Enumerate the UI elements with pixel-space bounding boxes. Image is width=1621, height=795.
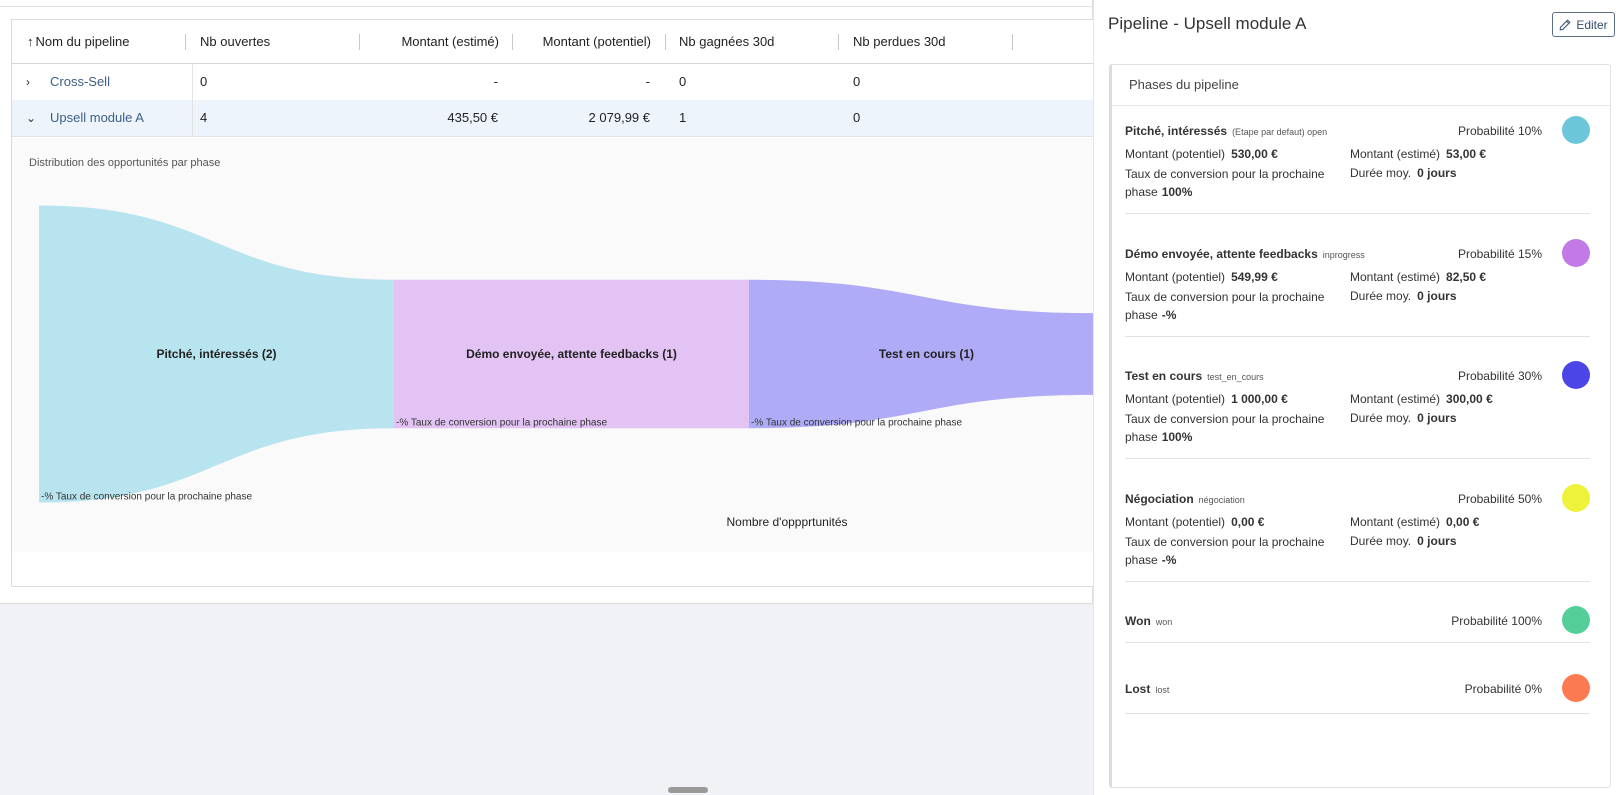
phase-estimated: Montant (estimé) 300,00 € bbox=[1350, 392, 1493, 406]
top-divider bbox=[0, 6, 1093, 7]
cell-won-30d: 0 bbox=[679, 74, 687, 89]
phase-name: Lost lost bbox=[1125, 682, 1170, 696]
phase-color-dot bbox=[1562, 361, 1590, 389]
chevron-right-icon[interactable]: › bbox=[26, 64, 30, 100]
phase-duration: Durée moy. 0 jours bbox=[1350, 534, 1457, 548]
phase-tag: test_en_cours bbox=[1207, 372, 1264, 382]
phase-probability: Probabilité 0% bbox=[1464, 682, 1542, 696]
pipelines-main-area: ↑ Nom du pipeline Nb ouvertes Montant (es… bbox=[0, 0, 1094, 604]
phase-tag: won bbox=[1155, 617, 1173, 627]
phase-potential: Montant (potentiel) 0,00 € bbox=[1125, 515, 1265, 529]
phase-name: Négociation négociation bbox=[1125, 492, 1245, 506]
phase-conversion: Taux de conversion pour la prochaine pha… bbox=[1125, 167, 1325, 199]
column-separator[interactable] bbox=[512, 34, 513, 50]
column-divider bbox=[192, 64, 193, 100]
pipeline-name[interactable]: Cross-Sell bbox=[50, 64, 110, 100]
distribution-panel: Distribution des opportunités par phase … bbox=[12, 138, 1094, 552]
edit-button-label: Editer bbox=[1576, 17, 1608, 32]
sankey-chart: Pitché, intéressés (2) -% Taux de convers… bbox=[39, 205, 1094, 503]
cell-won-30d: 1 bbox=[679, 110, 687, 125]
cell-potential: - bbox=[645, 74, 650, 89]
phase-tag: négociation bbox=[1198, 495, 1245, 505]
column-separator[interactable] bbox=[665, 34, 666, 50]
panel-title: Pipeline - Upsell module A bbox=[1108, 14, 1307, 33]
conversion-rate-label: -% Taux de conversion pour la prochaine … bbox=[41, 492, 252, 503]
column-header-lost-30d[interactable]: Nb perdues 30d bbox=[853, 20, 946, 64]
phase-item: Test en cours test_en_cours Probabilité 30… bbox=[1125, 361, 1590, 459]
phase-probability: Probabilité 10% bbox=[1457, 124, 1542, 138]
phase-duration: Durée moy. 0 jours bbox=[1350, 411, 1457, 425]
phase-color-dot bbox=[1562, 239, 1590, 267]
phase-tag: inprogress bbox=[1322, 250, 1365, 260]
column-header-estimated[interactable]: Montant (estimé) bbox=[367, 20, 499, 64]
column-separator[interactable] bbox=[359, 34, 360, 50]
cell-estimated: - bbox=[493, 74, 498, 89]
sankey-stage-label: Pitché, intéressés (2) bbox=[156, 347, 276, 361]
phase-item: Démo envoyée, attente feedbacks inprogres… bbox=[1125, 239, 1590, 337]
phases-card-title: Phases du pipeline bbox=[1129, 77, 1239, 92]
sankey-stage-label: Test en cours (1) bbox=[879, 347, 974, 361]
phase-potential: Montant (potentiel) 1 000,00 € bbox=[1125, 392, 1288, 406]
phase-estimated: Montant (estimé) 53,00 € bbox=[1350, 147, 1487, 161]
column-separator[interactable] bbox=[1012, 34, 1013, 50]
table-row[interactable]: › Cross-Sell 0 - - 0 0 bbox=[12, 64, 1094, 101]
cell-potential: 2 079,99 € bbox=[588, 110, 650, 125]
column-header-won-30d[interactable]: Nb gagnées 30d bbox=[679, 20, 774, 64]
edit-button[interactable]: Editer bbox=[1552, 12, 1615, 37]
phase-duration: Durée moy. 0 jours bbox=[1350, 166, 1457, 180]
pipeline-detail-panel: Pipeline - Upsell module A Editer Phases… bbox=[1093, 0, 1621, 795]
column-header-open[interactable]: Nb ouvertes bbox=[200, 20, 270, 64]
phase-probability: Probabilité 100% bbox=[1451, 614, 1542, 628]
pipeline-name[interactable]: Upsell module A bbox=[50, 100, 144, 136]
phase-color-dot bbox=[1562, 116, 1590, 144]
cell-open: 4 bbox=[200, 110, 208, 125]
cell-estimated: 435,50 € bbox=[447, 110, 498, 125]
phase-name: Test en cours test_en_cours bbox=[1125, 369, 1264, 383]
x-axis-label: Nombre d'oppprtunités bbox=[726, 515, 848, 529]
phases-card: Phases du pipeline Pitché, intéressés (Et… bbox=[1109, 64, 1611, 788]
phase-probability: Probabilité 50% bbox=[1457, 492, 1542, 506]
phase-item: Lost lost Probabilité 0% bbox=[1125, 674, 1590, 714]
phase-potential: Montant (potentiel) 549,99 € bbox=[1125, 270, 1278, 284]
phase-probability: Probabilité 30% bbox=[1457, 369, 1542, 383]
cell-open: 0 bbox=[200, 74, 208, 89]
phase-name: Pitché, intéressés (Etape par defaut) ope… bbox=[1125, 124, 1328, 138]
cell-lost-30d: 0 bbox=[853, 110, 861, 125]
phase-conversion: Taux de conversion pour la prochaine pha… bbox=[1125, 290, 1325, 322]
column-separator[interactable] bbox=[185, 34, 186, 50]
column-header-name[interactable]: ↑ Nom du pipeline bbox=[27, 20, 129, 64]
pencil-icon bbox=[1559, 19, 1571, 30]
phase-item: Négociation négociation Probabilité 50% Mon… bbox=[1125, 484, 1590, 582]
sort-ascending-icon: ↑ bbox=[27, 34, 34, 49]
column-separator[interactable] bbox=[838, 34, 839, 50]
phase-color-dot bbox=[1562, 484, 1590, 512]
column-divider bbox=[192, 100, 193, 136]
phases-card-header: Phases du pipeline bbox=[1112, 65, 1611, 106]
pipelines-table: ↑ Nom du pipeline Nb ouvertes Montant (es… bbox=[11, 19, 1094, 587]
phase-probability: Probabilité 15% bbox=[1457, 247, 1542, 261]
phase-conversion: Taux de conversion pour la prochaine pha… bbox=[1125, 535, 1325, 567]
table-row[interactable]: ⌄ Upsell module A 4 435,50 € 2 079,99 € … bbox=[12, 100, 1094, 137]
phase-color-dot bbox=[1562, 674, 1590, 702]
cell-lost-30d: 0 bbox=[853, 74, 861, 89]
phase-name: Démo envoyée, attente feedbacks inprogres… bbox=[1125, 247, 1365, 261]
phase-tag: lost bbox=[1155, 685, 1170, 695]
phase-estimated: Montant (estimé) 82,50 € bbox=[1350, 270, 1487, 284]
resize-handle[interactable] bbox=[668, 787, 708, 793]
phase-tag: (Etape par defaut) open bbox=[1232, 127, 1328, 137]
conversion-rate-label: -% Taux de conversion pour la prochaine … bbox=[396, 417, 607, 428]
sankey-stage-label: Démo envoyée, attente feedbacks (1) bbox=[466, 347, 677, 361]
phase-potential: Montant (potentiel) 530,00 € bbox=[1125, 147, 1278, 161]
phase-estimated: Montant (estimé) 0,00 € bbox=[1350, 515, 1480, 529]
phase-color-dot bbox=[1562, 606, 1590, 634]
phase-item: Pitché, intéressés (Etape par defaut) ope… bbox=[1125, 116, 1590, 214]
phase-conversion: Taux de conversion pour la prochaine pha… bbox=[1125, 412, 1325, 444]
phase-name: Won won bbox=[1125, 614, 1173, 628]
column-header-potential[interactable]: Montant (potentiel) bbox=[517, 20, 651, 64]
table-header: ↑ Nom du pipeline Nb ouvertes Montant (es… bbox=[12, 20, 1094, 64]
conversion-rate-label: -% Taux de conversion pour la prochaine … bbox=[751, 417, 962, 428]
chevron-down-icon[interactable]: ⌄ bbox=[26, 100, 36, 136]
phase-item: Won won Probabilité 100% bbox=[1125, 606, 1590, 643]
phase-duration: Durée moy. 0 jours bbox=[1350, 289, 1457, 303]
